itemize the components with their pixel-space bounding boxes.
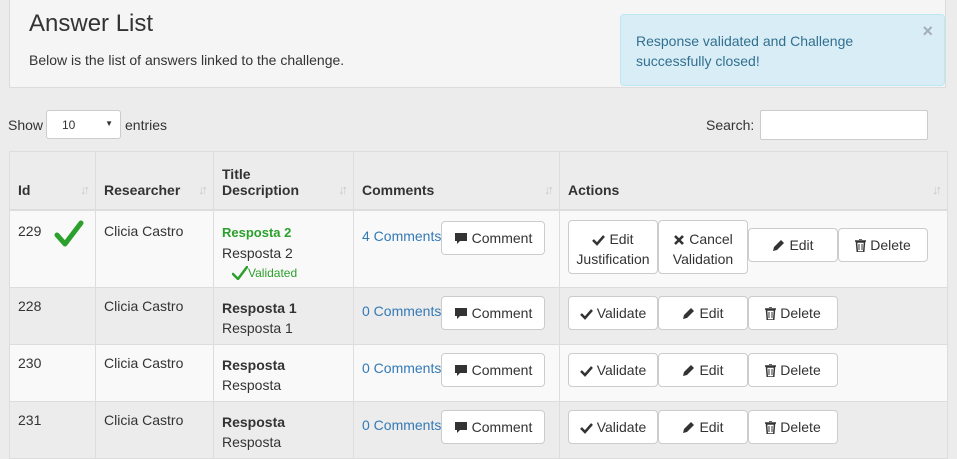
- cell-researcher: Clicia Castro: [95, 287, 214, 345]
- cell-comments: 0 Comments Comment: [353, 344, 560, 402]
- cell-researcher: Clicia Castro: [95, 401, 214, 459]
- table-row: 228 Clicia Castro Resposta 1 Resposta 1 …: [9, 287, 948, 345]
- cell-id: 231: [9, 401, 96, 459]
- table-row: 230 Clicia Castro Resposta Resposta 0 Co…: [9, 344, 948, 402]
- times-icon: [674, 234, 685, 245]
- answer-title: Resposta 2: [222, 224, 292, 240]
- caret-down-icon: ▼: [105, 119, 113, 128]
- check-icon: [54, 220, 84, 246]
- cell-comments: 0 Comments Comment: [353, 287, 560, 345]
- cell-title-description: Resposta 2 Resposta 2 Validated: [213, 209, 354, 288]
- comments-link[interactable]: 0 Comments: [362, 303, 441, 319]
- comment-icon: [454, 232, 467, 244]
- delete-button[interactable]: Delete: [838, 227, 928, 262]
- pencil-icon: [773, 239, 785, 251]
- edit-button[interactable]: Edit: [658, 410, 748, 444]
- alert-message: Response validated and Challenge success…: [636, 33, 854, 69]
- column-header-id[interactable]: Id ↓↑: [9, 151, 96, 211]
- edit-button[interactable]: Edit: [748, 227, 838, 262]
- pencil-icon: [683, 308, 695, 319]
- entries-select-value: 10: [62, 118, 76, 132]
- column-header-actions[interactable]: Actions ↓↑: [559, 151, 948, 211]
- trash-icon: [765, 420, 777, 435]
- row-id: 229: [18, 222, 42, 239]
- validate-button[interactable]: Validate: [568, 353, 658, 387]
- cell-id: 229: [9, 209, 96, 288]
- check-icon: [579, 309, 593, 320]
- comment-icon: [454, 308, 467, 319]
- edit-button[interactable]: Edit: [658, 353, 748, 387]
- check-icon: [579, 366, 593, 377]
- answer-description: Resposta 2: [222, 244, 293, 261]
- comment-button[interactable]: Comment: [441, 410, 545, 444]
- delete-button[interactable]: Delete: [748, 296, 838, 330]
- success-alert: Response validated and Challenge success…: [620, 14, 945, 86]
- cell-title-description: Resposta 1 Resposta 1: [213, 287, 354, 345]
- column-header-researcher[interactable]: Researcher ↓↑: [95, 151, 214, 211]
- trash-icon: [855, 237, 867, 253]
- validated-badge: Validated: [231, 263, 345, 283]
- answer-description: Resposta: [222, 434, 282, 450]
- page-subtitle: Below is the list of answers linked to t…: [29, 52, 345, 68]
- trash-icon: [765, 306, 777, 321]
- check-icon: [592, 234, 606, 246]
- pencil-icon: [683, 422, 695, 433]
- answer-title: Resposta 1: [222, 300, 297, 316]
- sort-icon[interactable]: ↓↑: [80, 182, 90, 197]
- table-row: 229 Clicia Castro Resposta 2 Resposta 2 …: [9, 209, 948, 288]
- cell-researcher: Clicia Castro: [95, 344, 214, 402]
- answers-table: Id ↓↑ Researcher ↓↑ Title Description ↓↑ Com…: [9, 151, 948, 459]
- sort-icon[interactable]: ↓↑: [544, 182, 554, 197]
- close-icon[interactable]: ×: [922, 21, 933, 41]
- cell-id: 230: [9, 344, 96, 402]
- table-header-row: Id ↓↑ Researcher ↓↑ Title Description ↓↑ Com…: [9, 151, 948, 211]
- entries-label: entries: [125, 117, 168, 133]
- cell-title-description: Resposta Resposta: [213, 344, 354, 402]
- cell-actions: Validate Edit Delete: [559, 287, 948, 345]
- edit-justification-button[interactable]: Edit Justification: [568, 219, 658, 274]
- sort-icon[interactable]: ↓↑: [932, 182, 942, 197]
- table-row: 231 Clicia Castro Resposta Resposta 0 Co…: [9, 401, 948, 459]
- search-label: Search:: [706, 117, 755, 133]
- comments-link[interactable]: 0 Comments: [362, 360, 441, 376]
- cell-title-description: Resposta Resposta: [213, 401, 354, 459]
- comment-icon: [454, 365, 467, 376]
- cell-comments: 4 Comments Comment: [353, 209, 560, 288]
- comment-button[interactable]: Comment: [441, 220, 545, 255]
- validate-button[interactable]: Validate: [568, 410, 658, 444]
- comments-link[interactable]: 4 Comments: [362, 228, 441, 244]
- answer-title: Resposta: [222, 414, 286, 430]
- cancel-validation-button[interactable]: Cancel Validation: [658, 219, 748, 274]
- cell-id: 228: [9, 287, 96, 345]
- cell-actions: Edit Justification Cancel Validation Edit …: [559, 209, 948, 288]
- check-icon: [231, 265, 249, 281]
- answer-title: Resposta: [222, 357, 286, 373]
- edit-button[interactable]: Edit: [658, 296, 748, 330]
- sort-icon[interactable]: ↓↑: [198, 182, 208, 197]
- column-header-comments[interactable]: Comments ↓↑: [353, 151, 560, 211]
- sort-icon[interactable]: ↓↑: [338, 182, 348, 197]
- entries-select[interactable]: 10 ▼: [46, 110, 121, 139]
- comments-link[interactable]: 0 Comments: [362, 417, 441, 433]
- trash-icon: [765, 363, 777, 378]
- search-input[interactable]: [760, 110, 928, 140]
- cell-actions: Validate Edit Delete: [559, 344, 948, 402]
- cell-actions: Validate Edit Delete: [559, 401, 948, 459]
- check-icon: [579, 423, 593, 434]
- comment-icon: [454, 422, 467, 433]
- pencil-icon: [683, 365, 695, 376]
- page-title: Answer List: [29, 10, 154, 37]
- answer-description: Resposta 1: [222, 320, 293, 336]
- answer-description: Resposta: [222, 377, 282, 393]
- comment-button[interactable]: Comment: [441, 296, 545, 330]
- comment-button[interactable]: Comment: [441, 353, 545, 387]
- cell-comments: 0 Comments Comment: [353, 401, 560, 459]
- delete-button[interactable]: Delete: [748, 353, 838, 387]
- cell-researcher: Clicia Castro: [95, 209, 214, 288]
- validate-button[interactable]: Validate: [568, 296, 658, 330]
- delete-button[interactable]: Delete: [748, 410, 838, 444]
- column-header-title[interactable]: Title Description ↓↑: [213, 151, 354, 211]
- show-label: Show: [8, 117, 44, 133]
